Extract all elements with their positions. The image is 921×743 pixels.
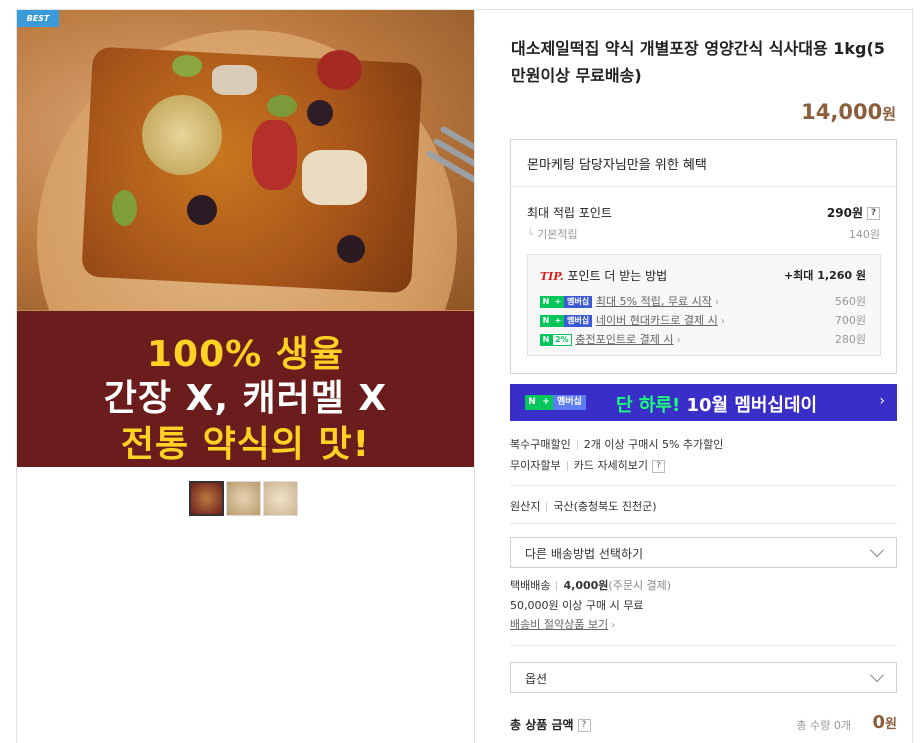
total-label: 총 상품 금액 — [510, 718, 574, 732]
benefit-header: 몬마케팅 담당자님만을 위한 혜택 — [511, 140, 896, 187]
raisin — [307, 100, 333, 126]
chevron-down-icon — [869, 667, 885, 683]
shipping-saving-link[interactable]: 배송비 절약상품 보기 — [510, 618, 608, 631]
chestnut — [142, 95, 222, 175]
best-badge: BEST — [17, 10, 59, 27]
shipping-fee-row: 택배배송 4,000원(주문시 결제) — [510, 579, 672, 592]
thumbnail-2[interactable] — [226, 481, 261, 516]
pumpkin-seed — [172, 55, 202, 77]
product-title: 대소제일떡집 약식 개별포장 영양간식 식사대용 1kg(5만원이상 무료배송) — [511, 39, 885, 85]
origin-row: 원산지 국산(충청북도 진천군) — [510, 500, 657, 513]
multi-discount-row: 복수구매할인 2개 이상 구매시 5% 추가할인 — [510, 438, 724, 451]
total-row: 총 상품 금액? 총 수량 0개 0원 — [510, 712, 897, 733]
help-icon[interactable]: ? — [867, 207, 880, 220]
pine-slice — [212, 65, 257, 95]
divider — [510, 485, 897, 486]
pine-slice — [302, 150, 367, 205]
membership-badge: N + 멤버십 — [525, 395, 586, 410]
price-value: 14,000 — [801, 100, 883, 124]
tip-label: TIP. — [540, 270, 564, 283]
shipping-method-select[interactable]: 다른 배송방법 선택하기 — [510, 537, 897, 568]
membership-day-banner[interactable]: N + 멤버십 단 하루! 10월 멤버십데이 › — [510, 384, 897, 421]
raisin — [337, 235, 365, 263]
basic-points-label: 기본적립 — [537, 228, 578, 241]
card-details-link[interactable]: 카드 자세히보기 — [574, 459, 648, 472]
max-points-value: 290원 — [826, 206, 863, 220]
tip-item-2[interactable]: N + 멤버십 네이버 현대카드로 결제 시 › — [540, 312, 725, 328]
banner-line-2: 간장 X, 캐러멜 X — [103, 378, 388, 419]
shipping-saving-row[interactable]: 배송비 절약상품 보기 › — [510, 616, 615, 632]
yaksik-photo — [17, 10, 474, 450]
product-main-image[interactable]: 100% 생율 간장 X, 캐러멜 X 전통 약식의 맛! — [17, 10, 474, 467]
tip-value-3: 280원 — [834, 333, 866, 346]
help-icon[interactable]: ? — [651, 459, 665, 473]
price-unit: 원 — [882, 105, 896, 123]
max-points-row: 290원? — [827, 204, 880, 221]
jujube — [252, 120, 297, 190]
free-shipping-condition: 50,000원 이상 구매 시 무료 — [510, 599, 644, 612]
tip-link[interactable]: 충전포인트로 결제 시 — [575, 333, 673, 346]
tip-item-1[interactable]: N + 멤버십 최대 5% 적립, 무료 시작 › — [540, 293, 719, 309]
column-divider — [474, 9, 475, 743]
tip-title-row: TIP. 포인트 더 받는 방법 — [540, 267, 667, 284]
tip-item-3[interactable]: N 2% 충전포인트로 결제 시 › — [540, 331, 681, 347]
thumbnail-strip — [189, 481, 298, 517]
installment-row: 무이자할부 카드 자세히보기? — [510, 457, 665, 473]
tip-value-2: 700원 — [834, 314, 866, 327]
membership-text: 단 하루! 10월 멤버십데이 — [616, 395, 818, 416]
tip-link[interactable]: 최대 5% 적립, 무료 시작 — [596, 295, 712, 308]
pumpkin-seed — [112, 190, 137, 226]
benefit-box: 몬마케팅 담당자님만을 위한 혜택 최대 적립 포인트 290원? └ 기본적립… — [510, 139, 897, 374]
total-amount: 0원 — [872, 712, 898, 733]
tip-title: 포인트 더 받는 방법 — [567, 269, 668, 283]
chevron-right-icon: › — [879, 393, 885, 409]
divider — [510, 645, 897, 646]
product-price: 14,000원 — [700, 100, 896, 124]
tip-link[interactable]: 네이버 현대카드로 결제 시 — [596, 314, 718, 327]
jujube — [317, 50, 362, 90]
option-select[interactable]: 옵션 — [510, 662, 897, 693]
raisin — [187, 195, 217, 225]
max-points-label: 최대 적립 포인트 — [527, 206, 612, 220]
banner-line-3: 전통 약식의 맛! — [120, 424, 371, 465]
npay-badge: N 2% — [540, 333, 572, 346]
divider — [510, 523, 897, 524]
thumbnail-3[interactable] — [263, 481, 298, 516]
tip-max: +최대 1,260 원 — [783, 269, 866, 282]
total-qty: 총 수량 0개 — [796, 719, 851, 732]
tip-value-1: 560원 — [834, 295, 866, 308]
membership-badge: N + 멤버십 — [540, 295, 593, 308]
chevron-down-icon — [869, 542, 885, 558]
membership-badge: N + 멤버십 — [540, 314, 593, 327]
fork — [439, 125, 474, 161]
basic-points-value: 140원 — [848, 228, 880, 241]
thumbnail-1[interactable] — [189, 481, 224, 516]
promo-banner: 100% 생율 간장 X, 캐러멜 X 전통 약식의 맛! — [17, 311, 474, 467]
help-icon[interactable]: ? — [577, 719, 591, 732]
pumpkin-seed — [267, 95, 297, 117]
basic-points-row: └ 기본적립 — [527, 228, 578, 241]
tip-box: TIP. 포인트 더 받는 방법 +최대 1,260 원 N + 멤버십 최대 5%… — [527, 254, 881, 356]
